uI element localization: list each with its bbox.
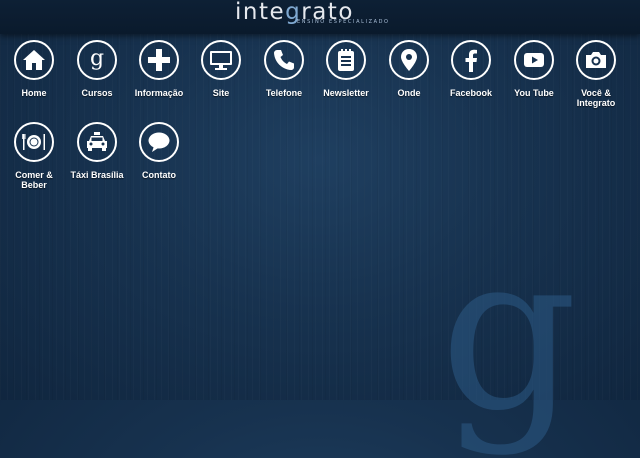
tile-label: Site [212,88,230,98]
tile-label: You Tube [514,88,554,98]
tile-contato[interactable]: Contato [128,122,190,180]
logo-tagline: ENSINO ESPECIALIZADO [297,19,390,25]
tile-informacao[interactable]: Informação [128,40,190,98]
tile-label: Cursos [81,88,113,98]
g-logo-icon: g [77,40,117,80]
phone-icon [264,40,304,80]
tile-label: Táxi Brasília [70,170,124,180]
taxi-icon [77,122,117,162]
camera-icon [576,40,616,80]
tile-newsletter[interactable]: Newsletter [315,40,377,98]
tile-youtube[interactable]: You Tube [503,40,565,98]
tile-label: Contato [142,170,176,180]
tile-label: Telefone [265,88,303,98]
tile-label: Onde [397,88,421,98]
tile-onde[interactable]: Onde [378,40,440,98]
facebook-icon [451,40,491,80]
tile-cursos[interactable]: g Cursos [66,40,128,98]
svg-text:g: g [90,47,104,71]
house-icon [14,40,54,80]
plate-cutlery-icon [14,122,54,162]
tile-label: Facebook [449,88,492,98]
plus-icon [139,40,179,80]
tile-taxi-brasilia[interactable]: Táxi Brasília [66,122,128,180]
monitor-icon [201,40,241,80]
tile-comer-beber[interactable]: Comer & Beber [3,122,65,190]
watermark-g: g [440,207,578,458]
header-bar: integrato ENSINO ESPECIALIZADO [0,0,640,34]
notepad-icon [326,40,366,80]
integrato-logo: integrato ENSINO ESPECIALIZADO [235,0,410,32]
tile-facebook[interactable]: Facebook [440,40,502,98]
tile-voce-integrato[interactable]: Você & Integrato [565,40,627,108]
tile-site[interactable]: Site [190,40,252,98]
tile-label: Home [21,88,47,98]
tile-label: Você & Integrato [576,88,616,108]
tile-home[interactable]: Home [3,40,65,98]
youtube-icon [514,40,554,80]
map-pin-icon [389,40,429,80]
tile-label: Newsletter [323,88,369,98]
tile-label: Comer & Beber [15,170,53,190]
speech-bubble-icon [139,122,179,162]
tile-telefone[interactable]: Telefone [253,40,315,98]
tile-label: Informação [134,88,184,98]
